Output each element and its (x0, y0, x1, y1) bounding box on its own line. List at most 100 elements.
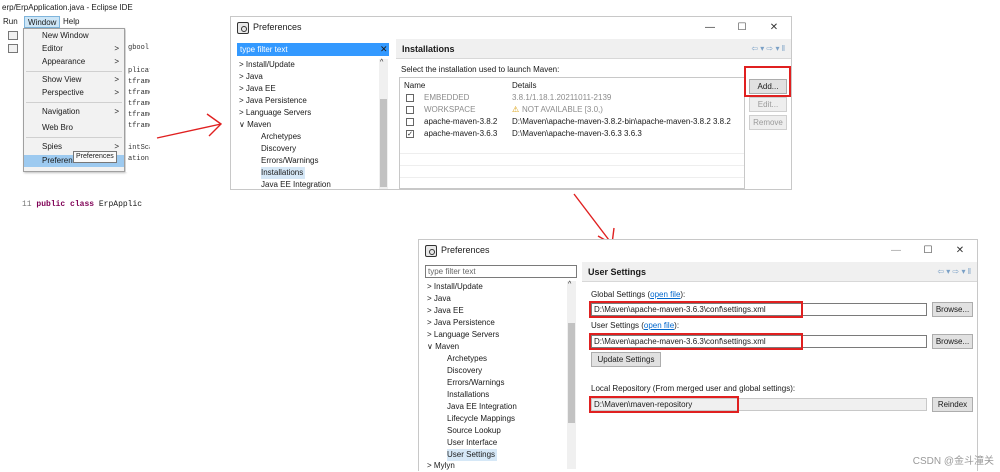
tree-item-source-lookup[interactable]: Source Lookup (447, 425, 501, 437)
update-settings-button[interactable]: Update Settings (591, 352, 661, 367)
global-browse-button[interactable]: Browse... (932, 302, 973, 317)
tree-item-java-ee[interactable]: > Java EE (239, 83, 276, 95)
column-header-details[interactable]: Details (512, 80, 536, 91)
tree-item-java[interactable]: > Java (427, 293, 451, 305)
filter-input[interactable]: type filter text (425, 265, 577, 278)
menu-item-label: Appearance (42, 57, 86, 66)
expand-icon[interactable]: > (239, 72, 244, 81)
tree-item-mylyn[interactable]: > Mylyn (427, 460, 455, 472)
menu-item-editor[interactable]: Editor > (24, 43, 124, 55)
tree-item-maven[interactable]: ∨ Maven (239, 119, 271, 131)
tree-item-language-servers[interactable]: > Language Servers (427, 329, 499, 341)
scrollbar-thumb[interactable] (380, 99, 387, 187)
expand-icon[interactable]: > (239, 108, 244, 117)
tree-item-archetypes[interactable]: Archetypes (261, 131, 301, 143)
close-button[interactable]: ✕ (765, 20, 783, 36)
menu-item-navigation[interactable]: Navigation > (24, 106, 124, 118)
column-header-name[interactable]: Name (404, 80, 425, 91)
scrollbar-thumb[interactable] (568, 323, 575, 423)
tree-item-user-interface[interactable]: User Interface (447, 437, 497, 449)
row-divider (400, 153, 744, 154)
tree-item-discovery[interactable]: Discovery (447, 365, 482, 377)
tree-item-errors-warnings[interactable]: Errors/Warnings (261, 155, 319, 167)
menu-item-web-browser[interactable]: Web Bro (24, 122, 124, 134)
expand-icon[interactable]: > (427, 306, 432, 315)
add-button[interactable]: Add... (749, 79, 787, 94)
reindex-button[interactable]: Reindex (932, 397, 973, 412)
editor-fragment: gbool plicat tframe tframe tframe tframe… (126, 28, 150, 172)
maximize-button[interactable]: ☐ (919, 243, 937, 259)
tree-item-errors-warnings[interactable]: Errors/Warnings (447, 377, 505, 389)
row-checkbox[interactable] (406, 94, 414, 102)
minimize-button[interactable]: — (887, 243, 905, 259)
row-checkbox-checked[interactable]: ✓ (406, 130, 414, 138)
row-checkbox[interactable] (406, 118, 414, 126)
tree-item-install-update[interactable]: > Install/Update (239, 59, 295, 71)
scroll-up-icon[interactable]: ^ (568, 281, 571, 288)
tree-item-java[interactable]: > Java (239, 71, 263, 83)
history-nav-icon[interactable]: ⇦ ▾ ⇨ ▾ ‖ (937, 267, 971, 276)
minimize-button[interactable]: — (701, 20, 719, 36)
tree-scrollbar[interactable]: ^ (379, 59, 388, 189)
tree-item-installations[interactable]: Installations (261, 167, 306, 179)
edit-button[interactable]: Edit... (749, 97, 787, 112)
toolbar-icon[interactable] (8, 31, 18, 40)
menu-item-show-view[interactable]: Show View > (24, 74, 124, 86)
tree-item-maven[interactable]: ∨ Maven (427, 341, 459, 353)
tree-item-archetypes[interactable]: Archetypes (447, 353, 487, 365)
scroll-up-icon[interactable]: ^ (380, 59, 383, 66)
tree-scrollbar[interactable]: ^ (567, 281, 576, 469)
menu-help[interactable]: Help (60, 16, 82, 28)
code-line: 11 public class ErpApplic (22, 200, 142, 209)
tree-item-installations[interactable]: Installations (447, 389, 489, 401)
menu-run[interactable]: Run (0, 16, 21, 28)
row-details: D:\Maven\apache-maven-3.8.2-bin\apache-m… (512, 117, 731, 126)
user-settings-open-file-link[interactable]: open file (644, 321, 674, 330)
expand-icon[interactable]: > (239, 60, 244, 69)
instruction-text: Select the installation used to launch M… (401, 65, 560, 74)
filter-input[interactable]: type filter text (237, 43, 389, 56)
toolbar-icon[interactable] (8, 44, 18, 53)
remove-button[interactable]: Remove (749, 115, 787, 130)
menu-item-label: Show View (42, 75, 82, 84)
tree-item-install-update[interactable]: > Install/Update (427, 281, 483, 293)
global-settings-open-file-link[interactable]: open file (650, 290, 680, 299)
expand-icon[interactable]: > (427, 461, 432, 470)
collapse-icon[interactable]: ∨ (427, 342, 433, 351)
clear-filter-icon[interactable]: ✕ (380, 44, 388, 55)
tree-item-label: Mylyn (433, 461, 455, 470)
keyword: class (70, 200, 95, 209)
expand-icon[interactable]: > (427, 294, 432, 303)
tooltip-preferences: Preferences (73, 151, 117, 163)
close-button[interactable]: ✕ (951, 243, 969, 259)
user-browse-button[interactable]: Browse... (932, 334, 973, 349)
global-settings-field[interactable]: D:\Maven\apache-maven-3.6.3\conf\setting… (591, 303, 927, 316)
expand-icon[interactable]: > (427, 282, 432, 291)
expand-icon[interactable]: > (239, 84, 244, 93)
tree-item-java-ee-integration[interactable]: Java EE Integration (447, 401, 517, 413)
menu-item-appearance[interactable]: Appearance > (24, 56, 124, 68)
expand-icon[interactable]: > (427, 318, 432, 327)
user-settings-field[interactable]: D:\Maven\apache-maven-3.6.3\conf\setting… (591, 335, 927, 348)
tree-item-discovery[interactable]: Discovery (261, 143, 296, 155)
watermark: CSDN @金斗潼关 (912, 456, 994, 467)
maximize-button[interactable]: ☐ (733, 20, 751, 36)
history-nav-icon[interactable]: ⇦ ▾ ⇨ ▾ ‖ (751, 44, 785, 53)
row-checkbox[interactable] (406, 106, 414, 114)
tree-item-java-ee-integration[interactable]: Java EE Integration (261, 179, 331, 191)
row-details: NOT AVAILABLE [3.0,) (522, 105, 603, 114)
tree-item-lifecycle-mappings[interactable]: Lifecycle Mappings (447, 413, 515, 425)
expand-icon[interactable]: > (427, 330, 432, 339)
tree-item-java-ee[interactable]: > Java EE (427, 305, 464, 317)
tree-item-language-servers[interactable]: > Language Servers (239, 107, 311, 119)
menu-item-new-window[interactable]: New Window (24, 30, 124, 42)
tree-item-java-persistence[interactable]: > Java Persistence (239, 95, 307, 107)
dialog-title: Preferences (441, 245, 490, 255)
code-fragment: tframe (128, 111, 150, 119)
tree-item-java-persistence[interactable]: > Java Persistence (427, 317, 495, 329)
chevron-right-icon: > (114, 57, 119, 66)
expand-icon[interactable]: > (239, 96, 244, 105)
menu-item-perspective[interactable]: Perspective > (24, 87, 124, 99)
menu-window[interactable]: Window (24, 16, 61, 28)
collapse-icon[interactable]: ∨ (239, 120, 245, 129)
